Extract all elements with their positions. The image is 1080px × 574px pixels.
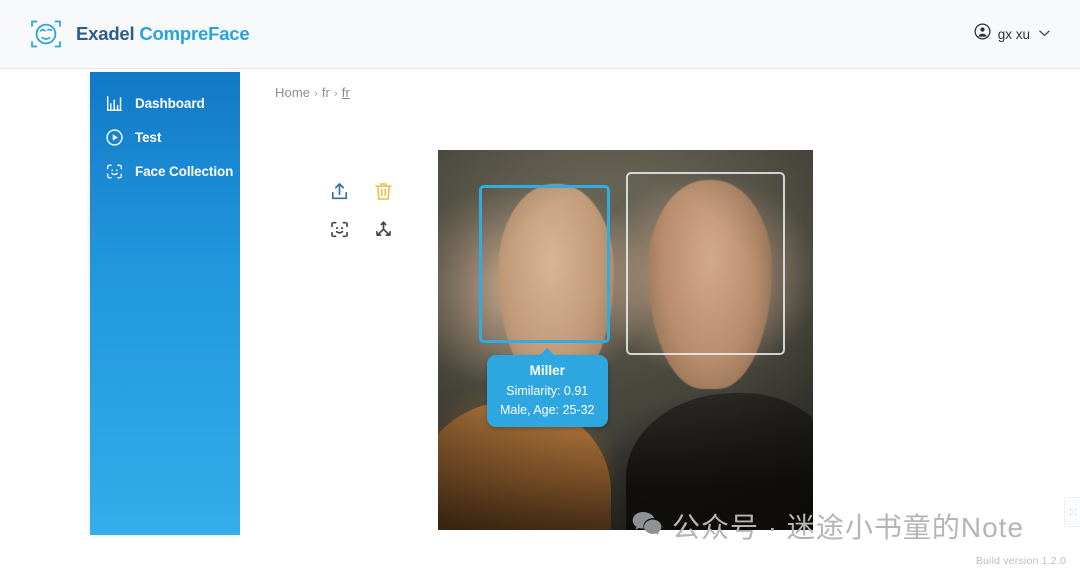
image-toolbar [318,175,404,251]
breadcrumb-current[interactable]: fr [342,85,350,100]
user-name-label: gx xu [997,26,1030,42]
brand-title-secondary: CompreFace [139,23,250,44]
brand[interactable]: Exadel CompreFace [28,16,250,52]
branch-button[interactable] [362,213,404,251]
face-box-selected[interactable] [479,185,610,343]
upload-icon [329,181,350,207]
sidebar-item-label: Dashboard [135,95,205,111]
breadcrumb-level1[interactable]: fr [322,85,330,100]
sidebar-item-label: Test [135,129,162,145]
user-menu[interactable]: gx xu [974,23,1050,45]
main-content: Home › fr › fr Miller Similarity: 0.91 M… [240,69,1080,574]
face-scan-icon [104,161,124,181]
sidebar: Dashboard Test Face Collection [90,72,240,535]
face-scan-icon [329,219,350,245]
face-scan-logo-icon [28,16,64,52]
breadcrumb-home[interactable]: Home [275,85,310,100]
brand-title-primary: Exadel [76,23,140,44]
detection-image[interactable]: Miller Similarity: 0.91 Male, Age: 25-32 [438,150,813,530]
tooltip-subject-name: Miller [529,363,565,378]
sidebar-item-test[interactable]: Test [90,120,240,154]
account-circle-icon [974,23,991,45]
build-version-label: Build version 1.2.0 [975,555,1066,567]
breadcrumb: Home › fr › fr [275,85,350,100]
face-box-unselected[interactable] [626,172,785,355]
delete-button[interactable] [362,175,404,213]
share-node-icon [373,219,394,245]
face-result-tooltip: Miller Similarity: 0.91 Male, Age: 25-32 [487,348,608,427]
bar-chart-icon [104,93,124,113]
drag-dots-icon [1069,508,1076,516]
panel-collapse-handle[interactable] [1064,497,1080,527]
play-circle-icon [104,127,124,147]
sidebar-item-face-collection[interactable]: Face Collection [90,154,240,188]
sidebar-item-label: Face Collection [135,163,234,179]
trash-icon [373,181,394,207]
face-detect-button[interactable] [318,213,360,251]
breadcrumb-separator: › [314,88,318,100]
tooltip-similarity: Similarity: 0.91 [506,384,589,398]
upload-button[interactable] [318,175,360,213]
app-header: Exadel CompreFace gx xu [0,0,1080,69]
sidebar-item-dashboard[interactable]: Dashboard [90,86,240,120]
breadcrumb-separator: › [334,88,338,100]
brand-title: Exadel CompreFace [76,23,250,45]
chevron-down-icon[interactable] [1039,29,1050,40]
tooltip-demographics: Male, Age: 25-32 [500,403,595,417]
